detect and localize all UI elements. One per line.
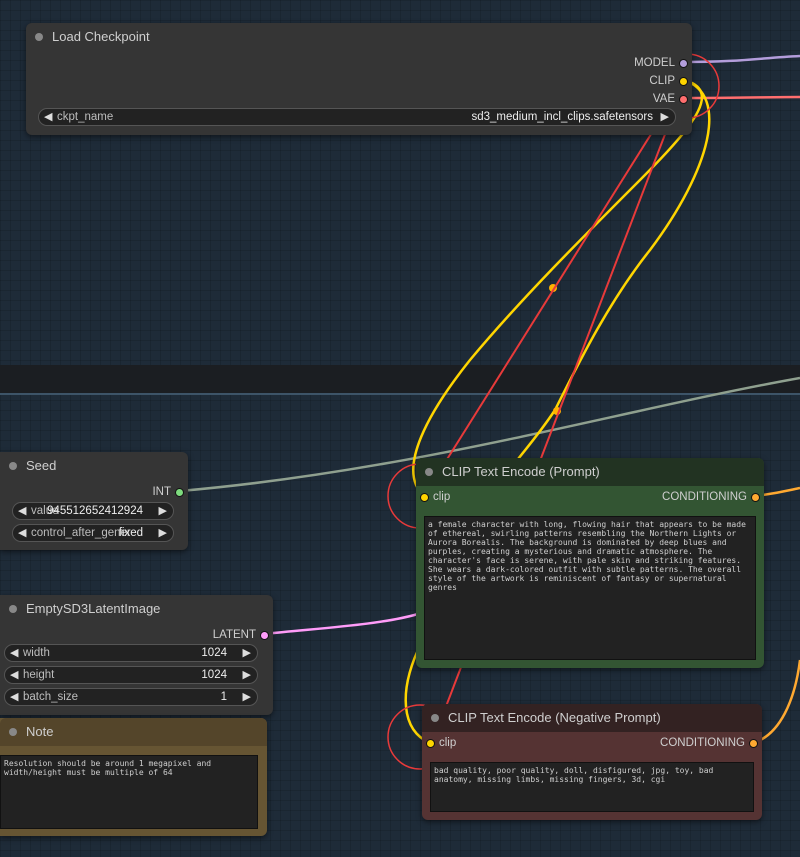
annotation-arrow-1 — [423, 87, 681, 497]
increment-icon[interactable]: ▶ — [243, 667, 251, 683]
increment-icon[interactable]: ▶ — [243, 645, 251, 661]
widget-label: width — [23, 647, 50, 659]
output-vae-label: VAE — [652, 93, 675, 105]
collapse-dot-icon[interactable] — [9, 605, 17, 613]
output-conditioning-label: CONDITIONING — [662, 491, 747, 503]
seed-node[interactable]: Seed INT ◀ value 945512652412924 ▶ ◀ con… — [0, 452, 188, 550]
increment-icon[interactable]: ▶ — [243, 689, 251, 705]
output-latent-socket[interactable] — [260, 631, 269, 640]
combo-next-icon[interactable]: ▶ — [159, 525, 167, 541]
note-textarea[interactable]: Resolution should be around 1 megapixel … — [0, 755, 258, 829]
decrement-icon[interactable]: ◀ — [10, 667, 18, 683]
widget-label: ckpt_name — [57, 111, 114, 123]
collapse-dot-icon[interactable] — [425, 468, 433, 476]
decrement-icon[interactable]: ◀ — [18, 503, 26, 519]
batch-size-widget[interactable]: ◀ batch_size 1 ▶ — [4, 688, 258, 706]
decrement-icon[interactable]: ◀ — [10, 689, 18, 705]
widget-value: sd3_medium_incl_clips.safetensors — [471, 111, 653, 123]
input-clip-socket[interactable] — [426, 739, 435, 748]
input-clip-label: clip — [439, 737, 457, 749]
collapse-dot-icon[interactable] — [9, 728, 17, 736]
combo-prev-icon[interactable]: ◀ — [44, 109, 52, 125]
combo-next-icon[interactable]: ▶ — [661, 109, 669, 125]
node-title: CLIP Text Encode (Prompt) — [442, 464, 600, 479]
combo-prev-icon[interactable]: ◀ — [18, 525, 26, 541]
collapse-dot-icon[interactable] — [431, 714, 439, 722]
node-title-bar[interactable]: EmptySD3LatentImage — [0, 595, 273, 623]
output-int-socket[interactable] — [175, 488, 184, 497]
node-title-bar[interactable]: Seed — [0, 452, 188, 480]
widget-label: control_after_generate — [31, 527, 131, 539]
output-vae-socket[interactable] — [679, 95, 688, 104]
input-clip-label: clip — [433, 491, 451, 503]
node-title-bar[interactable]: Note — [0, 718, 267, 746]
collapse-dot-icon[interactable] — [35, 33, 43, 41]
widget-value: 1024 — [201, 647, 227, 659]
input-clip-socket[interactable] — [420, 493, 429, 502]
clip-text-encode-negative-node[interactable]: CLIP Text Encode (Negative Prompt) clip … — [422, 704, 762, 820]
node-title: Seed — [26, 458, 57, 473]
output-latent-label: LATENT — [212, 629, 256, 641]
negative-prompt-textarea[interactable]: bad quality, poor quality, doll, disfigu… — [430, 762, 754, 812]
node-title: Note — [26, 724, 54, 739]
width-widget[interactable]: ◀ width 1024 ▶ — [4, 644, 258, 662]
widget-value: 1024 — [201, 669, 227, 681]
node-title-bar[interactable]: CLIP Text Encode (Negative Prompt) — [422, 704, 762, 732]
clip-text-encode-positive-node[interactable]: CLIP Text Encode (Prompt) clip CONDITION… — [416, 458, 764, 668]
wire-midpoint-2 — [553, 407, 561, 415]
prompt-textarea[interactable]: a female character with long, flowing ha… — [424, 516, 756, 660]
increment-icon[interactable]: ▶ — [159, 503, 167, 519]
widget-label: batch_size — [23, 691, 78, 703]
widget-value: 945512652412924 — [47, 505, 143, 517]
latent-wire — [263, 612, 419, 636]
widget-value: fixed — [118, 527, 143, 539]
output-conditioning-socket[interactable] — [751, 493, 760, 502]
node-title: CLIP Text Encode (Negative Prompt) — [448, 710, 661, 725]
group-band-edge — [0, 393, 800, 395]
group-band — [0, 365, 800, 393]
widget-label: height — [23, 669, 55, 681]
note-node[interactable]: Note Resolution should be around 1 megap… — [0, 718, 267, 836]
decrement-icon[interactable]: ◀ — [10, 645, 18, 661]
ckpt-name-combo[interactable]: ◀ ckpt_name sd3_medium_incl_clips.safete… — [38, 108, 676, 126]
collapse-dot-icon[interactable] — [9, 462, 17, 470]
control-after-generate-widget[interactable]: ◀ control_after_generate fixed ▶ — [12, 524, 174, 542]
output-clip-label: CLIP — [649, 75, 675, 87]
output-model-label: MODEL — [634, 57, 675, 69]
output-model-socket[interactable] — [679, 59, 688, 68]
node-title: EmptySD3LatentImage — [26, 601, 161, 616]
vae-wire — [683, 95, 800, 100]
seed-value-widget[interactable]: ◀ value 945512652412924 ▶ — [12, 502, 174, 520]
empty-sd3-latent-node[interactable]: EmptySD3LatentImage LATENT ◀ width 1024 … — [0, 595, 273, 715]
output-int-label: INT — [152, 486, 171, 498]
load-checkpoint-node[interactable]: Load Checkpoint MODEL CLIP VAE ◀ ckpt_na… — [26, 23, 692, 135]
clip-wire-negative — [508, 78, 711, 471]
clip-wire-positive — [412, 78, 704, 497]
output-conditioning-socket[interactable] — [749, 739, 758, 748]
node-title-bar[interactable]: Load Checkpoint — [26, 23, 692, 51]
node-title-bar[interactable]: CLIP Text Encode (Prompt) — [416, 458, 764, 486]
widget-value: 1 — [220, 691, 227, 703]
height-widget[interactable]: ◀ height 1024 ▶ — [4, 666, 258, 684]
output-clip-socket[interactable] — [679, 77, 688, 86]
wire-midpoint-1 — [549, 284, 557, 292]
node-title: Load Checkpoint — [52, 29, 150, 44]
output-conditioning-label: CONDITIONING — [660, 737, 745, 749]
model-wire — [683, 54, 800, 64]
